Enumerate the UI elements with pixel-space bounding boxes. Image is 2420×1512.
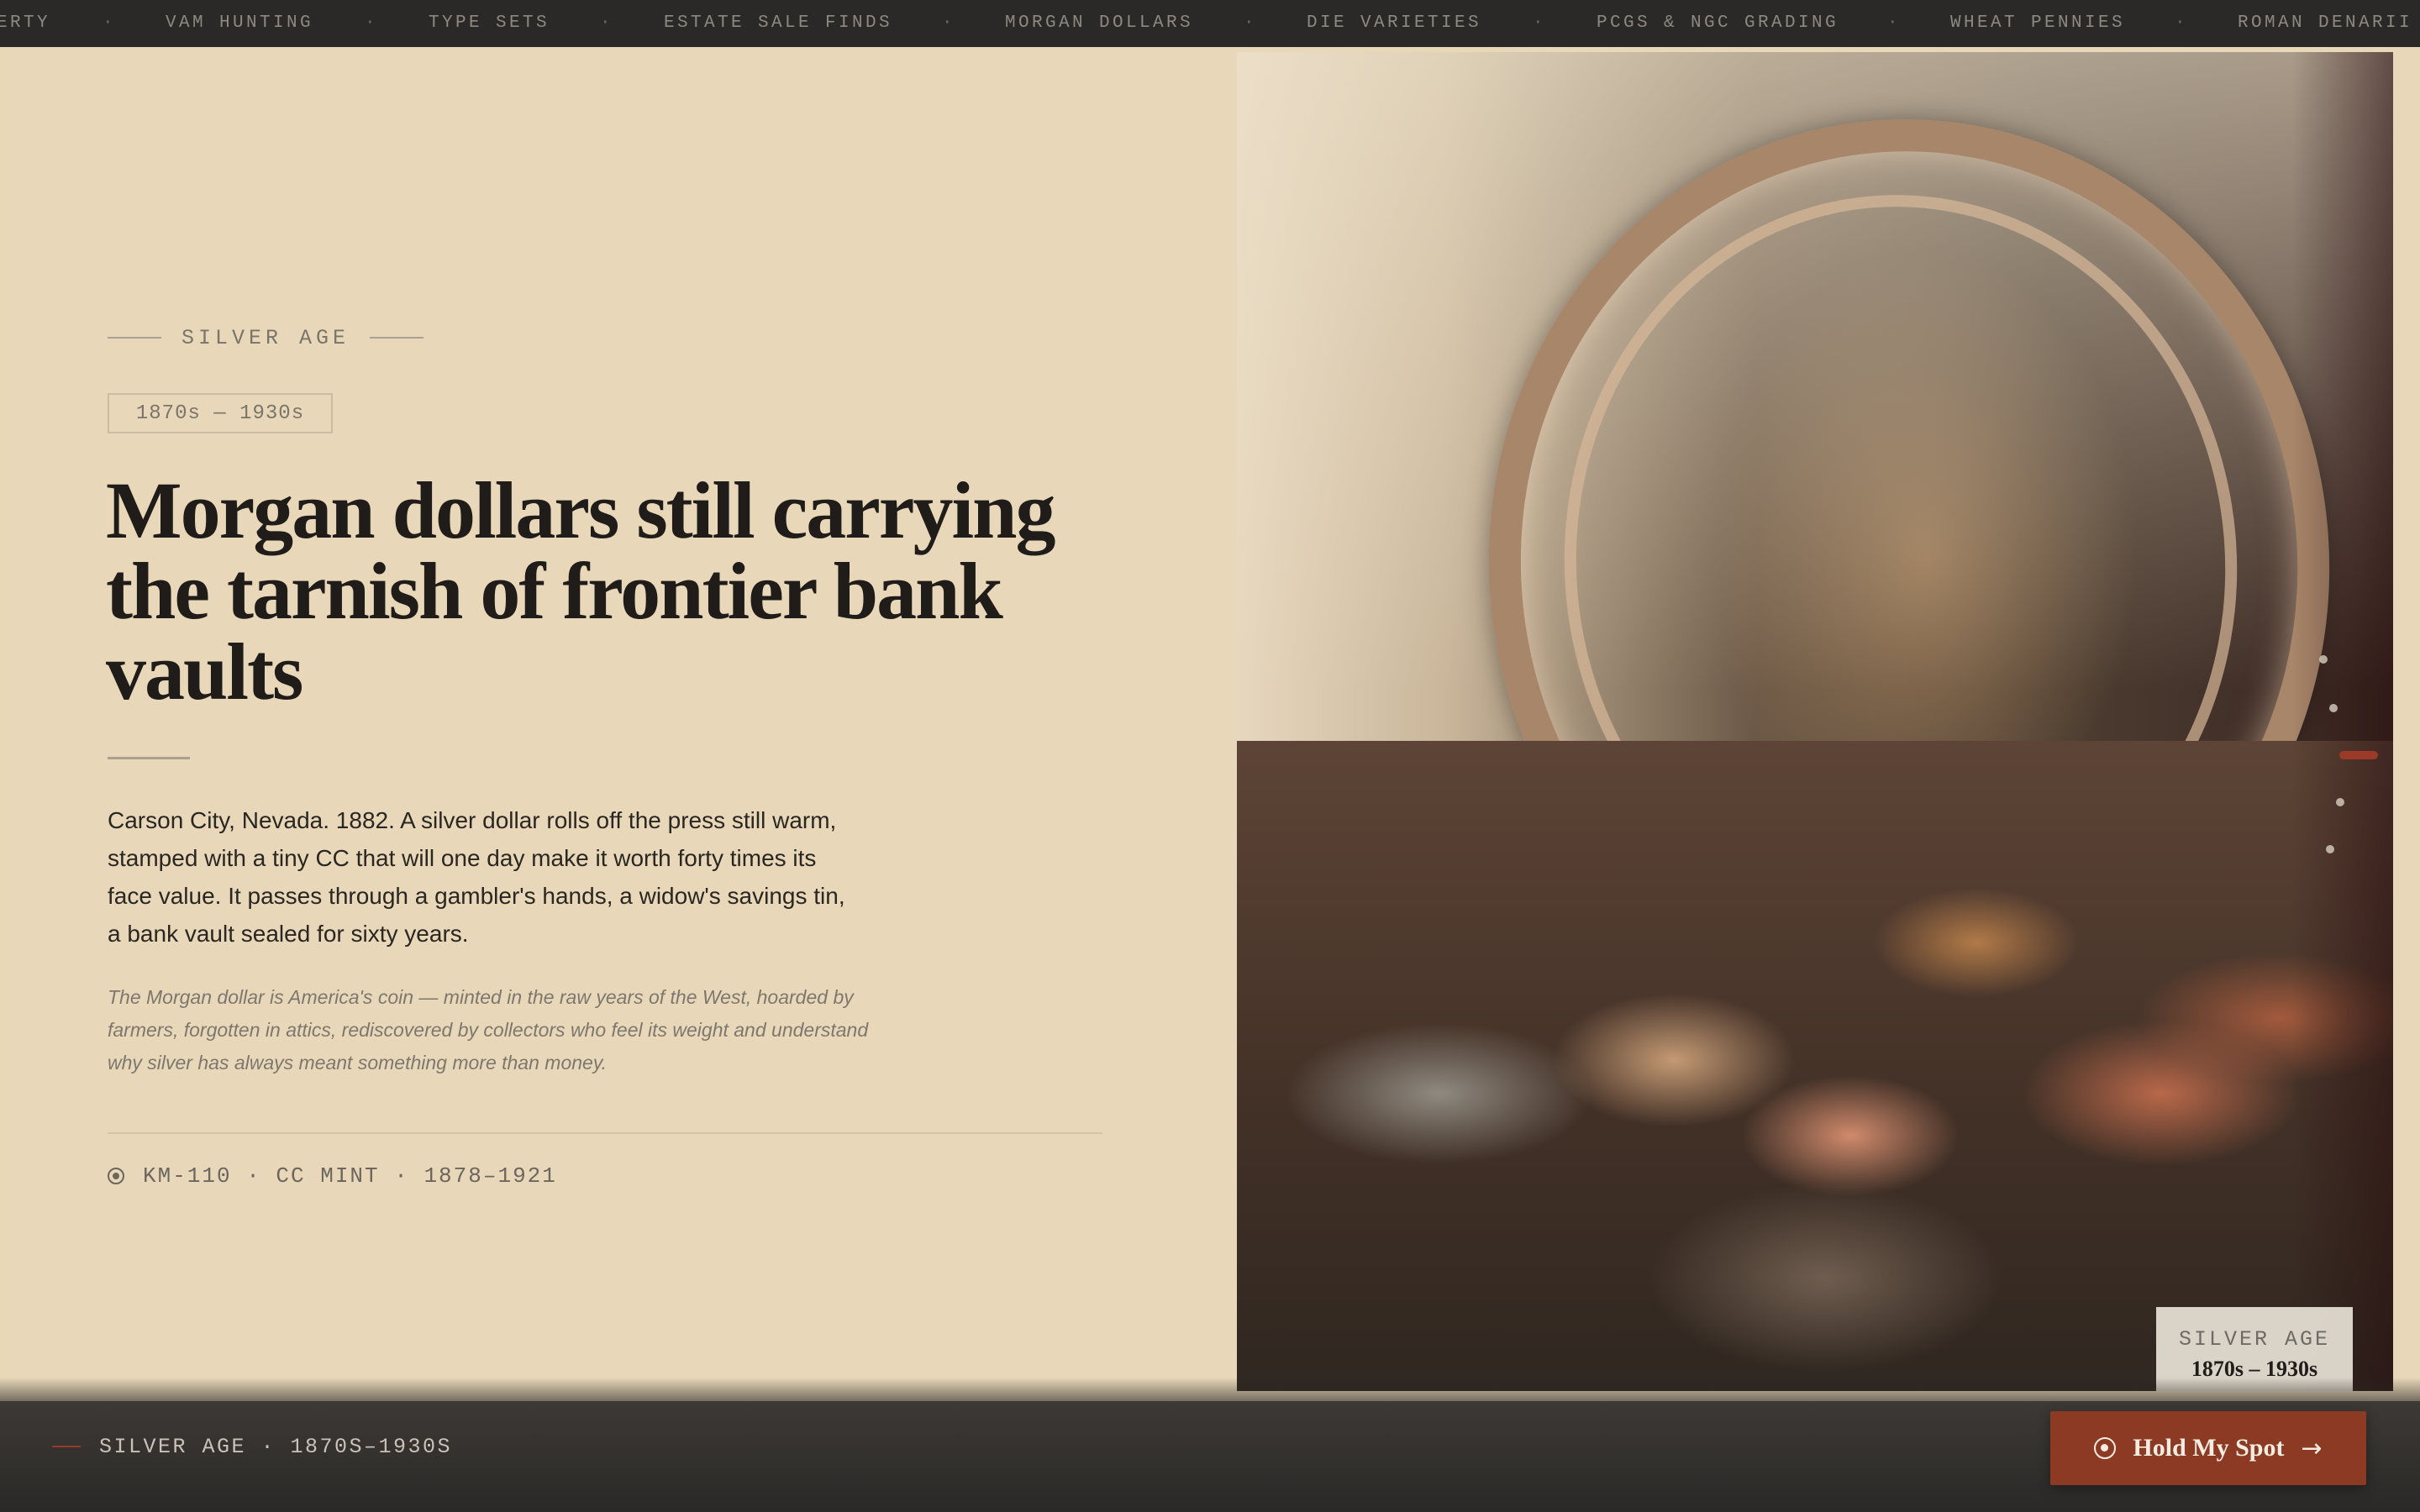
hold-my-spot-button[interactable]: Hold My Spot →	[2050, 1411, 2366, 1485]
slide-dot-active[interactable]	[2339, 751, 2378, 759]
ticker-item[interactable]: PCGS & NGC GRADING	[1597, 13, 1839, 33]
ticker-item[interactable]: DIE VARIETIES	[1307, 13, 1481, 33]
meta-divider	[108, 1132, 1102, 1134]
slide-dot[interactable]	[2319, 655, 2328, 664]
target-icon	[108, 1168, 124, 1184]
bottom-era-text: SILVER AGE · 1870S–1930S	[99, 1434, 453, 1459]
slide-dot[interactable]	[2326, 845, 2334, 853]
ticker-item[interactable]: TYPE SETS	[429, 13, 550, 33]
hero-headline: Morgan dollars still carrying the tarnis…	[106, 465, 1056, 717]
hero-pullquote: The Morgan dollar is America's coin — mi…	[108, 986, 869, 1074]
ticker-separator: ·	[365, 13, 379, 33]
arrow-right-icon: →	[2301, 1433, 2323, 1463]
ticker-item[interactable]: ROMAN DENARII	[2238, 13, 2412, 33]
coin-meta-text: KM-110 · CC MINT · 1878–1921	[143, 1163, 557, 1189]
ticker-separator: ·	[2175, 13, 2189, 33]
ticker-separator: ·	[103, 13, 117, 33]
ticker-track: ERTY · VAM HUNTING · TYPE SETS · ESTATE …	[0, 0, 2420, 47]
bottom-era-label: SILVER AGE · 1870S–1930S	[52, 1430, 452, 1463]
coin-jar-photo	[1237, 52, 2393, 1391]
cta-label: Hold My Spot	[2133, 1434, 2285, 1462]
ticker-separator: ·	[1244, 13, 1258, 33]
ticker-item[interactable]: VAM HUNTING	[166, 13, 313, 33]
accent-dash	[52, 1446, 81, 1447]
ticker-separator: ·	[1533, 13, 1547, 33]
eyebrow-rule-left	[108, 337, 161, 339]
era-range-badge: 1870s — 1930s	[108, 393, 333, 433]
slide-indicator	[2319, 652, 2378, 853]
eyebrow-rule-right	[370, 337, 424, 339]
ticker-item[interactable]: ERTY	[0, 13, 50, 33]
slide-dot[interactable]	[2329, 704, 2338, 712]
ticker-separator: ·	[1887, 13, 1902, 33]
ticker-separator: ·	[600, 13, 614, 33]
topic-ticker: ERTY · VAM HUNTING · TYPE SETS · ESTATE …	[0, 0, 2420, 47]
era-eyebrow: SILVER AGE	[108, 323, 424, 353]
headline-divider	[108, 757, 190, 759]
ticker-item[interactable]: MORGAN DOLLARS	[1005, 13, 1193, 33]
slide-dot[interactable]	[2336, 798, 2344, 806]
ticker-item[interactable]: ESTATE SALE FINDS	[664, 13, 892, 33]
spilled-coins	[1237, 741, 2393, 1391]
target-icon	[2094, 1437, 2117, 1459]
ticker-separator: ·	[942, 13, 956, 33]
panel-edge	[0, 47, 7, 1391]
coin-meta: KM-110 · CC MINT · 1878–1921	[108, 1159, 557, 1193]
ticker-item[interactable]: WHEAT PENNIES	[1950, 13, 2125, 33]
hero-body: Carson City, Nevada. 1882. A silver doll…	[108, 807, 845, 947]
caption-label: SILVER AGE	[2178, 1327, 2331, 1352]
eyebrow-label: SILVER AGE	[182, 325, 350, 350]
